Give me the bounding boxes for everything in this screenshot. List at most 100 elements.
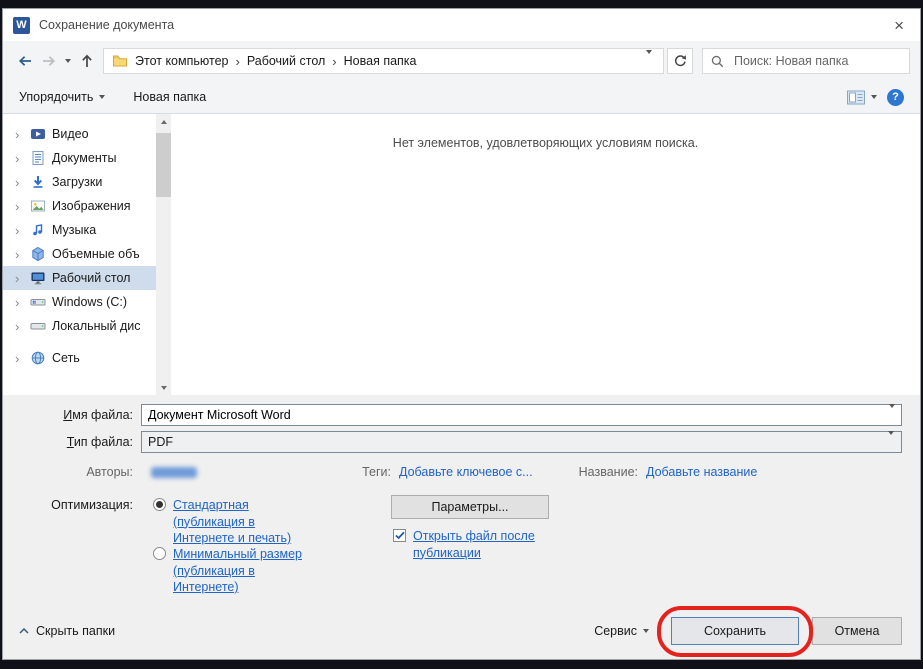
hide-folders-button[interactable]: Скрыть папки: [19, 624, 115, 638]
navigation-bar: Этот компьютер › Рабочий стол › Новая па…: [3, 41, 920, 81]
forward-arrow-icon: [43, 56, 56, 66]
radio-minimal-size[interactable]: [153, 547, 166, 560]
recent-locations-dropdown[interactable]: [61, 49, 75, 73]
chevron-right-icon[interactable]: ›: [15, 175, 24, 190]
search-box[interactable]: [702, 48, 910, 74]
pictures-icon: [31, 200, 45, 212]
sidebar-item-documents[interactable]: › Документы: [3, 146, 171, 170]
sidebar-item-label: Загрузки: [52, 175, 103, 189]
up-button[interactable]: [75, 49, 99, 73]
sidebar-item-3d-objects[interactable]: › Объемные объ: [3, 242, 171, 266]
navigation-pane: › Видео › Документы › Загрузки › Изображ…: [3, 114, 171, 395]
breadcrumb-item-desktop[interactable]: Рабочий стол: [247, 54, 325, 68]
sidebar-item-windows-c[interactable]: › Windows (C:): [3, 290, 171, 314]
optimization-block: Оптимизация: Стандартная (публикация в И…: [3, 495, 920, 615]
screenshot-frame: W Сохранение документа × Этот компьютер …: [0, 0, 923, 669]
sidebar-item-desktop[interactable]: › Рабочий стол: [3, 266, 171, 290]
title-label: Название:: [578, 465, 638, 479]
chevron-down-icon: [65, 59, 71, 63]
filename-dropdown[interactable]: [889, 404, 895, 422]
add-title-link[interactable]: Добавьте название: [646, 465, 757, 479]
footer-row: Скрыть папки Сервис Сохранить Отмена: [19, 606, 902, 657]
word-app-icon: W: [13, 16, 30, 34]
filename-input[interactable]: [141, 404, 902, 426]
checkmark-icon: [394, 531, 405, 540]
refresh-button[interactable]: [667, 48, 693, 74]
radio-standard[interactable]: [153, 498, 166, 511]
3d-objects-icon: [32, 246, 44, 262]
sidebar-item-label: Локальный дис: [52, 319, 141, 333]
sidebar-item-label: Документы: [52, 151, 117, 165]
radio-minimal-size-label[interactable]: Минимальный размер (публикация в Интерне…: [173, 546, 305, 596]
new-folder-label: Новая папка: [133, 90, 207, 104]
sidebar-item-local-disk[interactable]: › Локальный дис: [3, 314, 171, 338]
desktop-icon: [31, 272, 45, 285]
forward-button[interactable]: [37, 49, 61, 73]
videos-icon: [31, 129, 45, 139]
filetype-label: Тип файла:: [66, 435, 133, 449]
tags-label: Теги:: [362, 465, 391, 479]
file-list-area[interactable]: Нет элементов, удовлетворяющих условиям …: [171, 114, 920, 395]
filetype-select[interactable]: PDF: [141, 431, 902, 453]
organize-label: Упорядочить: [19, 90, 94, 104]
radio-standard-label[interactable]: Стандартная (публикация в Интернете и пе…: [173, 497, 305, 547]
breadcrumb-separator-icon: ›: [332, 53, 337, 69]
chevron-down-icon: [889, 404, 895, 422]
filename-row: Имя файла:: [3, 404, 902, 426]
breadcrumb-dropdown[interactable]: [639, 50, 659, 68]
filename-label: Имя файла:: [63, 408, 133, 422]
metadata-row: Авторы: Теги: Добавьте ключевое с... Наз…: [3, 465, 920, 483]
organize-menu[interactable]: Упорядочить: [19, 90, 106, 104]
sidebar-scrollbar[interactable]: [156, 114, 171, 395]
sidebar-item-label: Сеть: [52, 351, 80, 365]
new-folder-button[interactable]: Новая папка: [133, 90, 206, 104]
chevron-down-icon: [646, 50, 652, 68]
triangle-up-icon: [160, 119, 167, 124]
breadcrumb-item-new-folder[interactable]: Новая папка: [344, 54, 417, 68]
breadcrumb-item-computer[interactable]: Этот компьютер: [135, 54, 228, 68]
up-arrow-icon: [82, 54, 92, 67]
open-after-publish-checkbox[interactable]: [393, 529, 406, 542]
chevron-right-icon[interactable]: ›: [15, 199, 24, 214]
add-tag-link[interactable]: Добавьте ключевое с...: [399, 465, 533, 479]
chevron-right-icon[interactable]: ›: [15, 127, 24, 142]
footer-buttons: Сервис Сохранить Отмена: [594, 606, 902, 657]
sidebar-item-downloads[interactable]: › Загрузки: [3, 170, 171, 194]
chevron-right-icon[interactable]: ›: [15, 351, 24, 366]
sidebar-item-label: Windows (C:): [52, 295, 128, 309]
chevron-right-icon[interactable]: ›: [15, 247, 24, 262]
view-mode-button[interactable]: [847, 90, 877, 105]
tools-menu[interactable]: Сервис: [594, 624, 649, 638]
save-button[interactable]: Сохранить: [671, 617, 799, 645]
filetype-row: Тип файла: PDF: [3, 431, 902, 453]
breadcrumb[interactable]: Этот компьютер › Рабочий стол › Новая па…: [103, 48, 664, 74]
refresh-icon: [674, 55, 686, 67]
search-input[interactable]: [732, 53, 902, 69]
sidebar-item-pictures[interactable]: › Изображения: [3, 194, 171, 218]
chevron-up-icon: [19, 628, 29, 634]
cancel-button[interactable]: Отмена: [812, 617, 902, 645]
options-button[interactable]: Параметры...: [391, 495, 549, 519]
toolbar-right-group: ?: [847, 88, 904, 106]
sidebar-item-label: Видео: [52, 127, 89, 141]
scrollbar-thumb[interactable]: [156, 133, 171, 197]
chevron-right-icon[interactable]: ›: [15, 151, 24, 166]
chevron-right-icon[interactable]: ›: [15, 295, 24, 310]
open-after-publish-label[interactable]: Открыть файл после публикации: [413, 528, 563, 561]
sidebar-item-music[interactable]: › Музыка: [3, 218, 171, 242]
chevron-down-icon: [99, 95, 106, 99]
local-drive-icon: [30, 323, 46, 330]
back-button[interactable]: [13, 49, 37, 73]
authors-value-redacted[interactable]: [151, 467, 197, 478]
scroll-up-button[interactable]: [156, 114, 171, 129]
dialog-body: › Видео › Документы › Загрузки › Изображ…: [3, 114, 920, 395]
chevron-right-icon[interactable]: ›: [15, 223, 24, 238]
close-icon[interactable]: ×: [888, 17, 910, 34]
sidebar-item-network[interactable]: › Сеть: [3, 346, 171, 370]
help-icon[interactable]: ?: [887, 88, 904, 106]
search-icon: [711, 55, 724, 67]
sidebar-item-video[interactable]: › Видео: [3, 122, 171, 146]
scroll-down-button[interactable]: [156, 380, 171, 395]
chevron-right-icon[interactable]: ›: [15, 271, 24, 286]
chevron-right-icon[interactable]: ›: [15, 319, 24, 334]
